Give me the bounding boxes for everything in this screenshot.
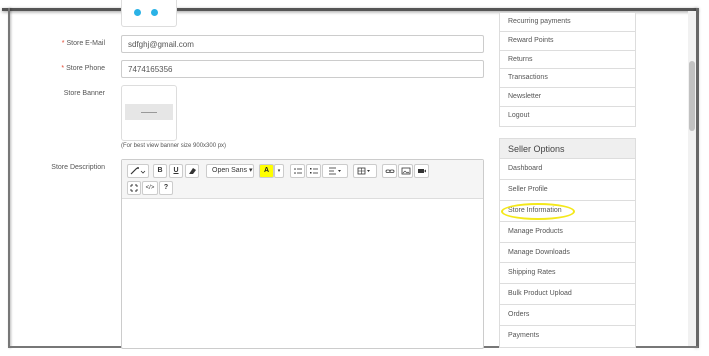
logo-dot-right	[151, 9, 158, 16]
table-icon	[357, 167, 370, 175]
account-item-transactions[interactable]: Transactions	[500, 69, 635, 89]
store-phone-value: 7474165356	[128, 65, 173, 74]
account-item-newsletter[interactable]: Newsletter	[500, 88, 635, 107]
store-information-highlight-circle	[501, 203, 575, 220]
vertical-scrollbar[interactable]	[688, 11, 696, 346]
help-button[interactable]: ?	[159, 181, 173, 195]
seller-item-payments[interactable]: Payments	[500, 326, 635, 347]
insert-video-button[interactable]	[414, 164, 429, 178]
insert-table-button[interactable]	[353, 164, 377, 178]
seller-item-orders[interactable]: Orders	[500, 305, 635, 327]
magic-style-button[interactable]	[127, 164, 149, 178]
seller-item-shipping-rates[interactable]: Shipping Rates	[500, 263, 635, 285]
seller-item-seller-profile[interactable]: Seller Profile	[500, 180, 635, 201]
fullscreen-icon	[130, 184, 138, 192]
store-banner-thumbnail[interactable]	[121, 85, 177, 141]
video-icon	[417, 169, 426, 173]
paragraph-align-button[interactable]	[322, 164, 348, 178]
logo-dot-left	[134, 9, 141, 16]
font-color-button[interactable]: A	[259, 164, 274, 178]
frame-left-border	[8, 8, 10, 348]
store-email-label-text: Store E-Mail	[66, 40, 105, 47]
account-item-recurring-payments[interactable]: Recurring payments	[500, 13, 635, 32]
store-phone-label: * Store Phone	[10, 65, 105, 72]
frame-top-border	[2, 8, 698, 11]
clear-format-button[interactable]	[185, 164, 199, 178]
banner-image-line	[141, 112, 157, 113]
picture-icon	[401, 167, 410, 175]
required-asterisk: *	[61, 40, 65, 47]
font-family-value: Open Sans	[212, 167, 248, 174]
store-email-input[interactable]: sdfghj@gmail.com	[121, 35, 484, 53]
insert-picture-button[interactable]	[398, 164, 413, 178]
account-menu: Recurring payments Reward Points Returns…	[499, 13, 636, 127]
ordered-list-button[interactable]	[306, 164, 321, 178]
seller-options-title: Seller Options	[499, 138, 636, 159]
seller-item-manage-products[interactable]: Manage Products	[500, 222, 635, 243]
magic-wand-icon	[130, 167, 146, 175]
seller-item-bulk-product-upload[interactable]: Bulk Product Upload	[500, 284, 635, 306]
store-description-label-text: Store Description	[51, 164, 105, 171]
font-family-select[interactable]: Open Sans ▾	[206, 164, 254, 178]
underline-button[interactable]: U	[169, 164, 183, 178]
required-asterisk: *	[61, 65, 65, 72]
scrollbar-thumb[interactable]	[689, 61, 695, 131]
align-icon	[329, 167, 341, 175]
store-description-label: Store Description	[10, 164, 105, 171]
store-logo-thumbnail[interactable]	[121, 0, 177, 27]
account-item-logout[interactable]: Logout	[500, 107, 635, 126]
editor-content-area[interactable]	[122, 200, 483, 348]
eraser-icon	[189, 168, 196, 174]
frame-right-border	[696, 8, 699, 348]
account-item-returns[interactable]: Returns	[500, 51, 635, 70]
unordered-list-button[interactable]	[290, 164, 305, 178]
store-email-value: sdfghj@gmail.com	[128, 40, 194, 49]
store-banner-label: Store Banner	[10, 90, 105, 97]
store-phone-label-text: Store Phone	[66, 65, 105, 72]
bold-button[interactable]: B	[153, 164, 167, 178]
font-color-dropdown[interactable]: ▾	[274, 164, 284, 178]
account-item-reward-points[interactable]: Reward Points	[500, 32, 635, 51]
fullscreen-button[interactable]	[127, 181, 141, 195]
store-email-label: * Store E-Mail	[10, 40, 105, 47]
store-banner-label-text: Store Banner	[63, 90, 105, 97]
banner-image-placeholder	[125, 104, 173, 120]
seller-item-dashboard[interactable]: Dashboard	[500, 159, 635, 180]
link-icon	[385, 169, 394, 173]
seller-options-menu: Dashboard Seller Profile Store Informati…	[499, 159, 636, 349]
insert-link-button[interactable]	[382, 164, 397, 178]
unordered-list-icon	[293, 168, 302, 174]
banner-size-note: (For best view banner size 900x300 px)	[121, 143, 227, 149]
code-view-button[interactable]: </>	[142, 181, 158, 195]
store-description-editor[interactable]: B U Open Sans ▾ A ▾ </> ?	[121, 159, 484, 349]
browser-frame: * Store E-Mail sdfghj@gmail.com * Store …	[0, 0, 709, 356]
ordered-list-icon	[309, 168, 318, 174]
seller-item-manage-downloads[interactable]: Manage Downloads	[500, 243, 635, 264]
editor-toolbar: B U Open Sans ▾ A ▾ </> ?	[122, 160, 483, 199]
store-phone-input[interactable]: 7474165356	[121, 60, 484, 78]
